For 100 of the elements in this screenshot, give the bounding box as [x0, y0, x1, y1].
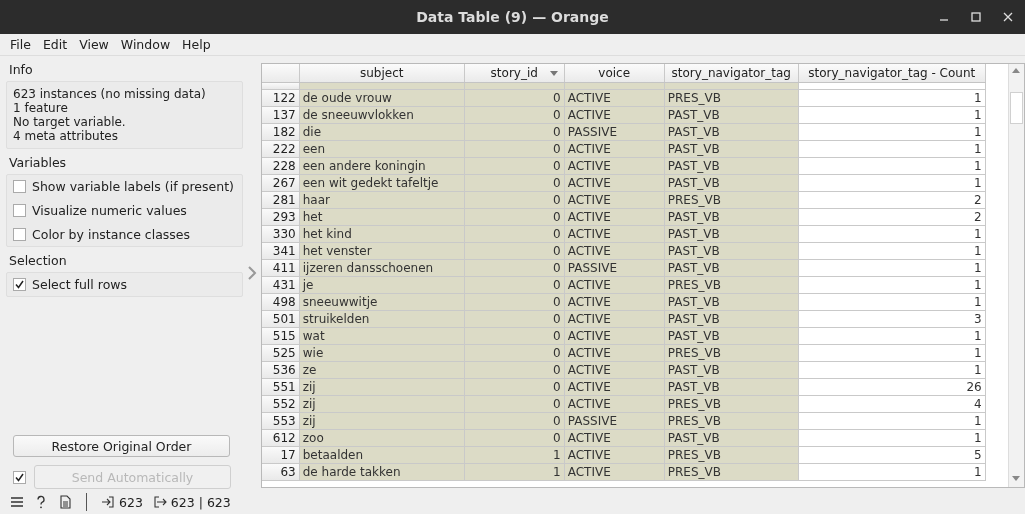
table-cell: een	[299, 141, 465, 157]
row-number[interactable]: 267	[261, 175, 300, 191]
table-cell: ACTIVE	[564, 464, 665, 480]
scroll-thumb[interactable]	[1010, 92, 1023, 124]
menu-icon[interactable]	[10, 495, 24, 509]
table-cell: 0	[464, 226, 565, 242]
column-header[interactable]: story_navigator_tag - Count	[798, 64, 986, 82]
table-cell: PAST_VB	[664, 141, 799, 157]
row-number[interactable]: 222	[261, 141, 300, 157]
table-cell: 0	[464, 362, 565, 378]
document-icon[interactable]	[58, 495, 72, 509]
checkbox[interactable]	[13, 278, 26, 291]
checkbox-label[interactable]: Visualize numeric values	[32, 203, 187, 218]
table-cell: PAST_VB	[664, 226, 799, 242]
row-number[interactable]: 137	[261, 107, 300, 123]
checkbox-label[interactable]: Select full rows	[32, 277, 128, 292]
row-number[interactable]: 525	[261, 345, 300, 361]
menu-item[interactable]: File	[4, 37, 37, 52]
table-cell: 0	[464, 209, 565, 225]
row-number[interactable]: 411	[261, 260, 300, 276]
row-number[interactable]: 431	[261, 277, 300, 293]
table-cell: PRES_VB	[664, 413, 799, 429]
row-number[interactable]: 551	[261, 379, 300, 395]
window-title: Data Table (9) — Orange	[416, 9, 609, 25]
table-cell: PRES_VB	[664, 277, 799, 293]
help-icon[interactable]	[34, 495, 48, 509]
row-number[interactable]: 536	[261, 362, 300, 378]
row-number[interactable]: 63	[261, 464, 300, 480]
input-icon	[101, 495, 115, 509]
scroll-up-icon[interactable]	[1012, 67, 1021, 73]
section-title: Variables	[9, 155, 68, 170]
sort-indicator-icon	[549, 71, 558, 76]
row-number[interactable]: 612	[261, 430, 300, 446]
menu-item[interactable]: Window	[114, 37, 177, 52]
table-cell: 0	[464, 311, 565, 327]
table-cell: ACTIVE	[564, 447, 665, 463]
menu-item[interactable]: Edit	[36, 37, 74, 52]
checkbox-label[interactable]: Show variable labels (if present)	[32, 179, 234, 194]
table-cell: PASSIVE	[564, 124, 665, 140]
row-number[interactable]: 182	[261, 124, 300, 140]
table-cell: ACTIVE	[564, 192, 665, 208]
table-cell: ACTIVE	[564, 277, 665, 293]
table-cell: ACTIVE	[564, 345, 665, 361]
menu-item[interactable]: View	[73, 37, 115, 52]
checkbox[interactable]	[13, 228, 26, 241]
table-cell: sneeuwwitje	[299, 294, 465, 310]
table-cell: 0	[464, 158, 565, 174]
table-cell: haar	[299, 192, 465, 208]
output-icon	[152, 495, 167, 509]
input-count: 623	[119, 494, 143, 510]
section-title: Selection	[9, 253, 68, 268]
row-number[interactable]: 501	[261, 311, 300, 327]
table-cell: PRES_VB	[664, 192, 799, 208]
table-cell: PRES_VB	[664, 447, 799, 463]
column-header[interactable]: story_navigator_tag	[664, 64, 799, 82]
checkbox[interactable]	[13, 204, 26, 217]
row-number[interactable]: 228	[261, 158, 300, 174]
table-cell: PASSIVE	[564, 260, 665, 276]
table-cell: 1	[464, 464, 565, 480]
table-cell: PAST_VB	[664, 328, 799, 344]
table-cell: 0	[464, 430, 565, 446]
checkmark-icon	[15, 280, 24, 289]
row-number[interactable]: 498	[261, 294, 300, 310]
row-number[interactable]: 17	[261, 447, 300, 463]
table-cell: struikelden	[299, 311, 465, 327]
table-cell: zoo	[299, 430, 465, 446]
row-number[interactable]: 293	[261, 209, 300, 225]
column-header[interactable]: voice	[564, 64, 665, 82]
row-number[interactable]: 341	[261, 243, 300, 259]
table-cell: wat	[299, 328, 465, 344]
row-number[interactable]: 515	[261, 328, 300, 344]
row-number[interactable]: 553	[261, 413, 300, 429]
restore-order-button[interactable]: Restore Original Order	[13, 435, 230, 457]
row-number[interactable]: 552	[261, 396, 300, 412]
menu-item[interactable]: Help	[176, 37, 217, 52]
scrollbar[interactable]	[1008, 64, 1024, 487]
column-header[interactable]: subject	[299, 64, 465, 82]
table-cell: 0	[464, 141, 565, 157]
info-text: 4 meta attributes	[13, 129, 119, 143]
table-cell: ACTIVE	[564, 379, 665, 395]
column-header[interactable]: story_id	[464, 64, 565, 82]
table-cell: 0	[464, 379, 565, 395]
table-cell: 0	[464, 107, 565, 123]
table-cell: ACTIVE	[564, 362, 665, 378]
table-cell: PAST_VB	[664, 260, 799, 276]
row-number[interactable]: 122	[261, 90, 300, 106]
table-cell: het kind	[299, 226, 465, 242]
checkbox[interactable]	[13, 180, 26, 193]
scroll-down-icon[interactable]	[1012, 476, 1021, 482]
table-cell: de harde takken	[299, 464, 465, 480]
table-cell: PAST_VB	[664, 243, 799, 259]
table-cell: PRES_VB	[664, 345, 799, 361]
table-cell: PAST_VB	[664, 175, 799, 191]
table-cell: wie	[299, 345, 465, 361]
row-number[interactable]: 281	[261, 192, 300, 208]
row-number[interactable]: 330	[261, 226, 300, 242]
table-cell: betaalden	[299, 447, 465, 463]
table-cell: 0	[464, 413, 565, 429]
checkbox-label[interactable]: Color by instance classes	[32, 227, 191, 242]
table-cell: PAST_VB	[664, 362, 799, 378]
